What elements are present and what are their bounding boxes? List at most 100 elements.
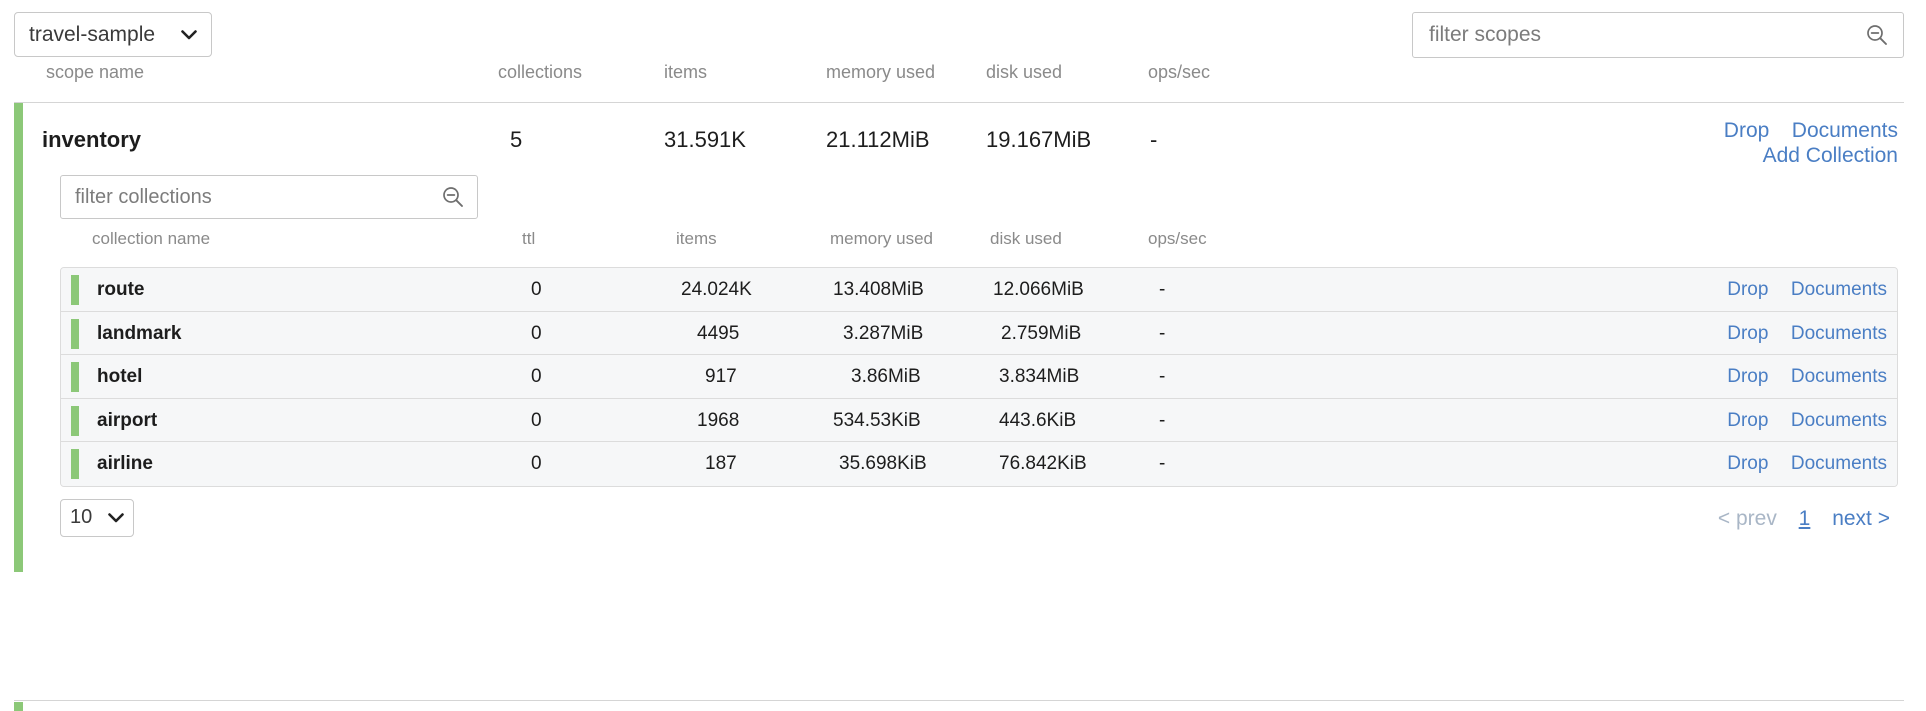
scope-drop-link[interactable]: Drop bbox=[1724, 119, 1770, 142]
table-row[interactable]: airline 0 187 35.698KiB 76.842KiB - Drop… bbox=[61, 442, 1897, 486]
collection-filter-input[interactable]: filter collections bbox=[75, 186, 441, 209]
scope-column-headers: scope name collections items memory used… bbox=[14, 62, 1904, 92]
collection-items: 24.024K bbox=[681, 279, 752, 301]
collection-ttl: 0 bbox=[531, 366, 542, 388]
collection-ttl: 0 bbox=[531, 323, 542, 345]
collection-documents-link[interactable]: Documents bbox=[1791, 366, 1887, 387]
collection-accent-bar bbox=[71, 406, 79, 436]
scope-add-collection-link[interactable]: Add Collection bbox=[1763, 144, 1898, 167]
collection-memory-used: 3.287MiB bbox=[843, 323, 923, 345]
collection-drop-link[interactable]: Drop bbox=[1727, 323, 1768, 344]
collection-name: route bbox=[97, 279, 145, 301]
collection-disk-used: 12.066MiB bbox=[993, 279, 1084, 301]
collection-memory-used: 13.408MiB bbox=[833, 279, 924, 301]
table-row[interactable]: route 0 24.024K 13.408MiB 12.066MiB - Dr… bbox=[61, 268, 1897, 312]
collection-name: airline bbox=[97, 453, 153, 475]
page-size-selector[interactable]: 10 bbox=[60, 499, 134, 537]
collection-accent-bar bbox=[71, 319, 79, 349]
collection-items: 1968 bbox=[697, 410, 739, 432]
collection-items: 917 bbox=[705, 366, 737, 388]
collection-ops-sec: - bbox=[1159, 279, 1165, 301]
collection-memory-used: 534.53KiB bbox=[833, 410, 921, 432]
collection-disk-used: 2.759MiB bbox=[1001, 323, 1081, 345]
collection-name: hotel bbox=[97, 366, 142, 388]
scope-memory-used: 21.112MiB bbox=[826, 127, 930, 153]
collection-ops-sec: - bbox=[1159, 410, 1165, 432]
collection-drop-link[interactable]: Drop bbox=[1727, 366, 1768, 387]
collection-accent-bar bbox=[71, 362, 79, 392]
collection-memory-used: 3.86MiB bbox=[851, 366, 921, 388]
collection-name: airport bbox=[97, 410, 157, 432]
collection-name: landmark bbox=[97, 323, 181, 345]
scope-filter-input-wrap[interactable]: filter scopes bbox=[1412, 12, 1904, 58]
collection-items: 4495 bbox=[697, 323, 739, 345]
collection-actions: Drop Documents bbox=[1709, 410, 1887, 432]
collection-documents-link[interactable]: Documents bbox=[1791, 323, 1887, 344]
next-page-button[interactable]: next > bbox=[1832, 507, 1890, 530]
collection-memory-used: 35.698KiB bbox=[839, 453, 927, 475]
prev-page-button[interactable]: < prev bbox=[1718, 507, 1777, 530]
collection-header-name: collection name bbox=[92, 229, 210, 249]
scope-row[interactable]: inventory 5 31.591K 21.112MiB 19.167MiB … bbox=[14, 103, 1904, 175]
collection-ttl: 0 bbox=[531, 410, 542, 432]
scope-header-items: items bbox=[664, 62, 707, 83]
table-row[interactable]: landmark 0 4495 3.287MiB 2.759MiB - Drop… bbox=[61, 312, 1897, 356]
collection-drop-link[interactable]: Drop bbox=[1727, 279, 1768, 300]
scope-collections: 5 bbox=[510, 127, 522, 153]
scope-header-ops: ops/sec bbox=[1148, 62, 1210, 83]
table-row[interactable]: airport 0 1968 534.53KiB 443.6KiB - Drop… bbox=[61, 399, 1897, 443]
collection-actions: Drop Documents bbox=[1709, 366, 1887, 388]
collection-actions: Drop Documents bbox=[1709, 453, 1887, 475]
zoom-out-search-icon[interactable] bbox=[1865, 23, 1889, 47]
page-navigation: < prev 1 next > bbox=[1718, 507, 1890, 531]
toolbar: travel-sample filter scopes bbox=[0, 0, 1926, 62]
scope-name: inventory bbox=[42, 127, 141, 153]
scope-items: 31.591K bbox=[664, 127, 746, 153]
chevron-down-icon bbox=[108, 513, 124, 523]
chevron-down-icon bbox=[181, 30, 197, 40]
collection-actions: Drop Documents bbox=[1709, 323, 1887, 345]
collection-documents-link[interactable]: Documents bbox=[1791, 410, 1887, 431]
collection-ttl: 0 bbox=[531, 279, 542, 301]
bucket-selector-value: travel-sample bbox=[29, 23, 173, 47]
collection-drop-link[interactable]: Drop bbox=[1727, 453, 1768, 474]
collections-block: filter collections collection name ttl i… bbox=[14, 175, 1904, 549]
collection-documents-link[interactable]: Documents bbox=[1791, 279, 1887, 300]
collection-filter-input-wrap[interactable]: filter collections bbox=[60, 175, 478, 219]
collection-header-memory: memory used bbox=[830, 229, 933, 249]
scope-actions-row-1: Drop Documents bbox=[1706, 119, 1898, 144]
scope-header-name: scope name bbox=[46, 62, 144, 83]
scope-ops-sec: - bbox=[1150, 127, 1157, 153]
scope-documents-link[interactable]: Documents bbox=[1792, 119, 1898, 142]
page-number-1[interactable]: 1 bbox=[1799, 507, 1811, 530]
bucket-selector[interactable]: travel-sample bbox=[14, 12, 212, 57]
scope-filter-input[interactable]: filter scopes bbox=[1429, 23, 1865, 47]
collection-ops-sec: - bbox=[1159, 453, 1165, 475]
scope-actions: Drop Documents Add Collection bbox=[1706, 119, 1898, 169]
collection-ttl: 0 bbox=[531, 453, 542, 475]
zoom-out-search-icon[interactable] bbox=[441, 185, 465, 209]
collection-documents-link[interactable]: Documents bbox=[1791, 453, 1887, 474]
collection-header-ops: ops/sec bbox=[1148, 229, 1207, 249]
page-size-value: 10 bbox=[70, 506, 100, 529]
collection-ops-sec: - bbox=[1159, 366, 1165, 388]
collection-accent-bar bbox=[71, 449, 79, 479]
collection-disk-used: 76.842KiB bbox=[999, 453, 1087, 475]
collections-table: route 0 24.024K 13.408MiB 12.066MiB - Dr… bbox=[60, 267, 1898, 487]
scope-panel-inventory: inventory 5 31.591K 21.112MiB 19.167MiB … bbox=[14, 102, 1904, 572]
scope-actions-row-2: Add Collection bbox=[1706, 144, 1898, 169]
scope-header-memory: memory used bbox=[826, 62, 935, 83]
panel-bottom-divider bbox=[14, 700, 1904, 710]
collection-disk-used: 3.834MiB bbox=[999, 366, 1079, 388]
scope-header-collections: collections bbox=[498, 62, 582, 83]
collection-header-items: items bbox=[676, 229, 717, 249]
pagination: 10 < prev 1 next > bbox=[60, 487, 1898, 549]
scope-header-disk: disk used bbox=[986, 62, 1062, 83]
table-row[interactable]: hotel 0 917 3.86MiB 3.834MiB - Drop Docu… bbox=[61, 355, 1897, 399]
collection-header-ttl: ttl bbox=[522, 229, 535, 249]
scope-disk-used: 19.167MiB bbox=[986, 127, 1091, 153]
collection-items: 187 bbox=[705, 453, 737, 475]
collection-drop-link[interactable]: Drop bbox=[1727, 410, 1768, 431]
collection-actions: Drop Documents bbox=[1709, 279, 1887, 301]
collection-accent-bar bbox=[71, 275, 79, 305]
